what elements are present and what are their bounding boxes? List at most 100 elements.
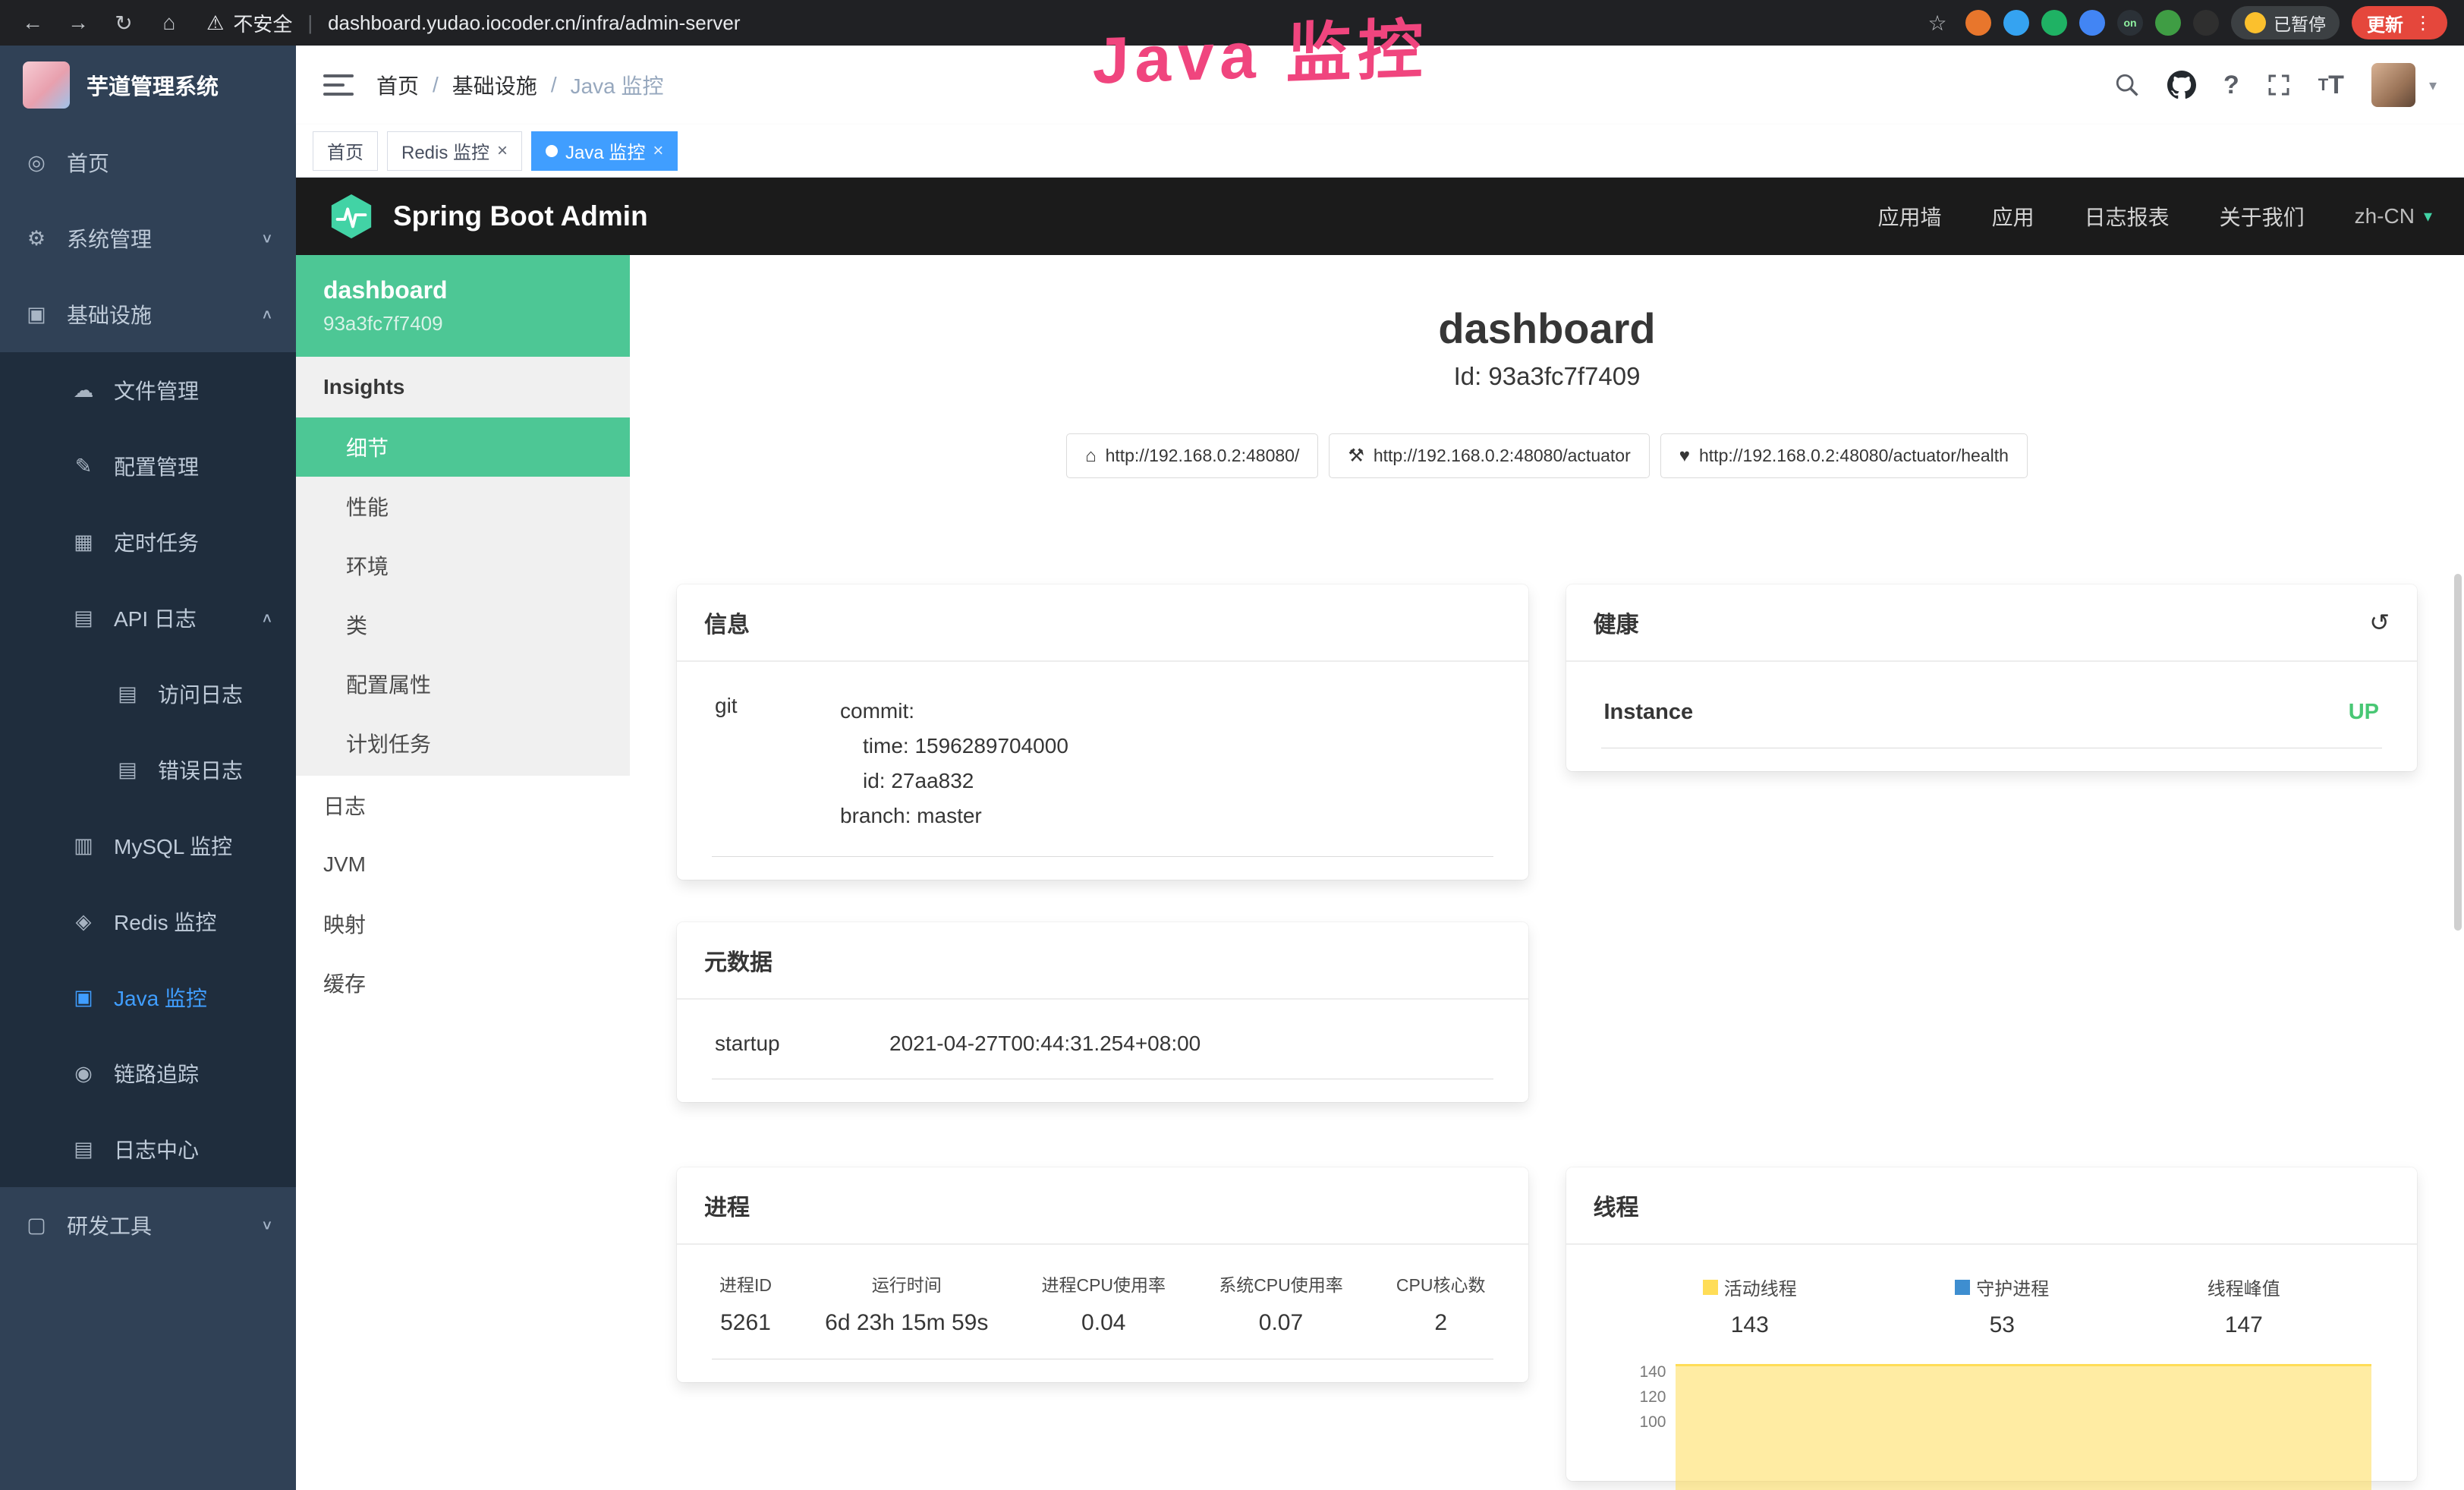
help-icon[interactable]: ? [2223,71,2239,100]
process-col: 进程ID 5261 [719,1271,772,1336]
sba-item-performance[interactable]: 性能 [296,477,630,536]
url-text[interactable]: dashboard.yudao.iocoder.cn/infra/admin-s… [328,11,740,35]
sba-instance-header[interactable]: dashboard 93a3fc7f7409 [296,255,630,357]
process-table: 进程ID 5261 运行时间 6d 23h 15m 59s 进程CPU使用率 [712,1268,1493,1359]
browser-extension-icon[interactable]: on [2117,10,2143,36]
instance-url-button[interactable]: ⌂ http://192.168.0.2:48080/ [1066,433,1318,478]
search-icon[interactable] [2114,72,2140,98]
git-row: git commit: time: 1596289704000 id: 27aa… [712,685,1493,857]
startup-row: startup 2021-04-27T00:44:31.254+08:00 [712,1022,1493,1079]
browser-extension-icon[interactable] [2155,10,2181,36]
tab-redis-monitor[interactable]: Redis 监控 × [387,131,522,171]
sidebar-item-error-logs[interactable]: ▤ 错误日志 [0,732,296,808]
health-card: 健康 ↺ Instance UP [1566,584,2418,771]
sba-nav-applications[interactable]: 应用 [1992,201,2034,232]
locale-selector[interactable]: zh-CN ▾ [2355,204,2432,228]
sidebar-item-java-monitor[interactable]: ▣ Java 监控 [0,959,296,1035]
hamburger-icon[interactable] [323,74,354,96]
history-icon[interactable]: ↺ [2369,608,2390,637]
tab-java-monitor[interactable]: Java 监控 × [531,131,678,171]
sidebar-item-infrastructure[interactable]: ▣ 基础设施 ∧ [0,276,296,352]
fullscreen-icon[interactable] [2267,73,2291,97]
sidebar-item-redis-monitor[interactable]: ◈ Redis 监控 [0,884,296,959]
sidebar-item-scheduled-tasks[interactable]: ▦ 定时任务 [0,504,296,580]
reload-icon[interactable]: ↻ [108,11,140,36]
sba-item-environment[interactable]: 环境 [296,536,630,595]
browser-home-icon[interactable]: ⌂ [153,11,185,35]
sidebar-item-config-management[interactable]: ✎ 配置管理 [0,428,296,504]
close-icon[interactable]: × [497,140,508,162]
annotation-java-monitor: Java 监控 [1092,0,1430,102]
sba-item-config-properties[interactable]: 配置属性 [296,654,630,713]
sidebar-item-log-center[interactable]: ▤ 日志中心 [0,1111,296,1187]
sidebar-item-tracing[interactable]: ◉ 链路追踪 [0,1035,296,1111]
info-card: 信息 git commit: time: 1596289704000 id: 2… [677,584,1528,880]
sidebar-item-home[interactable]: ◎ 首页 [0,124,296,200]
tab-label: Java 监控 [565,137,645,164]
address-bar[interactable]: ⚠ 不安全 | dashboard.yudao.iocoder.cn/infra… [206,9,1908,37]
avatar-caret-icon[interactable]: ▾ [2429,76,2437,95]
actuator-url: http://192.168.0.2:48080/actuator [1374,446,1631,466]
sidebar-item-label: 访问日志 [158,679,243,709]
sba-item-jvm[interactable]: JVM [296,835,630,894]
sba-item-mappings[interactable]: 映射 [296,894,630,953]
browser-extension-icon[interactable] [2193,10,2219,36]
sidebar-item-dev-tools[interactable]: ▢ 研发工具 ∨ [0,1187,296,1263]
font-size-icon[interactable]: TT [2318,71,2344,100]
instance-name: dashboard [323,276,603,304]
sba-navbar: Spring Boot Admin 应用墙 应用 日志报表 关于我们 zh-CN… [296,178,2464,255]
sidebar-item-file-management[interactable]: ☁ 文件管理 [0,352,296,428]
chrome-update-button[interactable]: 更新 ⋮ [2352,6,2447,39]
legend-live-threads: 活动线程 143 [1703,1274,1797,1338]
scrollbar-thumb[interactable] [2454,574,2462,931]
paused-extension-badge[interactable]: 已暂停 [2231,6,2340,39]
back-icon[interactable]: ← [17,11,49,35]
java-monitor-icon: ▣ [70,986,97,1010]
browser-menu-icon[interactable]: ⋮ [2414,12,2432,34]
instance-id: 93a3fc7f7409 [323,312,603,335]
sidebar-item-mysql-monitor[interactable]: ▥ MySQL 监控 [0,808,296,884]
sba-item-details[interactable]: 细节 [296,417,630,477]
sidebar-item-label: Redis 监控 [114,906,216,937]
sba-nav-wallboard[interactable]: 应用墙 [1878,201,1942,232]
sba-nav-journal[interactable]: 日志报表 [2085,201,2170,232]
threads-chart: 140 120 100 [1601,1359,2383,1481]
browser-extension-icon[interactable] [2041,10,2067,36]
sidebar-item-system-management[interactable]: ⚙ 系统管理 ∨ [0,200,296,276]
browser-extension-icon[interactable] [2003,10,2029,36]
sidebar-item-label: 链路追踪 [114,1058,199,1088]
breadcrumb-infrastructure[interactable]: 基础设施 [452,70,537,100]
sba-brand-title[interactable]: Spring Boot Admin [393,200,648,232]
sidebar-item-access-logs[interactable]: ▤ 访问日志 [0,656,296,732]
forward-icon[interactable]: → [62,11,94,35]
instance-links: ⌂ http://192.168.0.2:48080/ ⚒ http://192… [630,433,2464,478]
sidebar-item-api-logs[interactable]: ▤ API 日志 ∧ [0,580,296,656]
breadcrumb-home[interactable]: 首页 [376,70,419,100]
github-icon[interactable] [2167,71,2196,99]
tab-home[interactable]: 首页 [313,131,378,171]
user-avatar[interactable] [2371,63,2415,107]
log-file-icon: ▤ [114,682,141,706]
security-warning-icon: ⚠ [206,11,224,35]
browser-extension-icon[interactable] [2079,10,2105,36]
bookmark-star-icon[interactable]: ☆ [1921,11,1953,36]
sba-item-logs[interactable]: 日志 [296,776,630,835]
instance-health-row: Instance UP [1601,685,2383,748]
close-icon[interactable]: × [653,140,663,162]
main-column: 首页 / 基础设施 / Java 监控 ? TT [296,46,2464,1490]
health-url-button[interactable]: ♥ http://192.168.0.2:48080/actuator/heal… [1660,433,2028,478]
status-badge: UP [2349,700,2379,725]
sba-item-scheduled-tasks[interactable]: 计划任务 [296,713,630,773]
app-shell: 芋道管理系统 ◎ 首页 ⚙ 系统管理 ∨ ▣ 基础设施 ∧ ☁ 文件管理 [0,46,2464,1490]
actuator-url-button[interactable]: ⚒ http://192.168.0.2:48080/actuator [1329,433,1649,478]
sba-item-caches[interactable]: 缓存 [296,953,630,1013]
threads-legend: 活动线程 143 守护进程 [1601,1268,2383,1338]
sidebar-item-label: 系统管理 [67,223,152,254]
tags-view-bar: 首页 Redis 监控 × Java 监控 × [296,124,2464,178]
sba-logo-icon[interactable] [328,193,375,240]
sba-item-classes[interactable]: 类 [296,595,630,654]
security-warning-label[interactable]: 不安全 [233,9,292,37]
sba-nav-about[interactable]: 关于我们 [2220,201,2305,232]
app-logo[interactable]: 芋道管理系统 [0,46,296,124]
browser-extension-icon[interactable] [1965,10,1991,36]
